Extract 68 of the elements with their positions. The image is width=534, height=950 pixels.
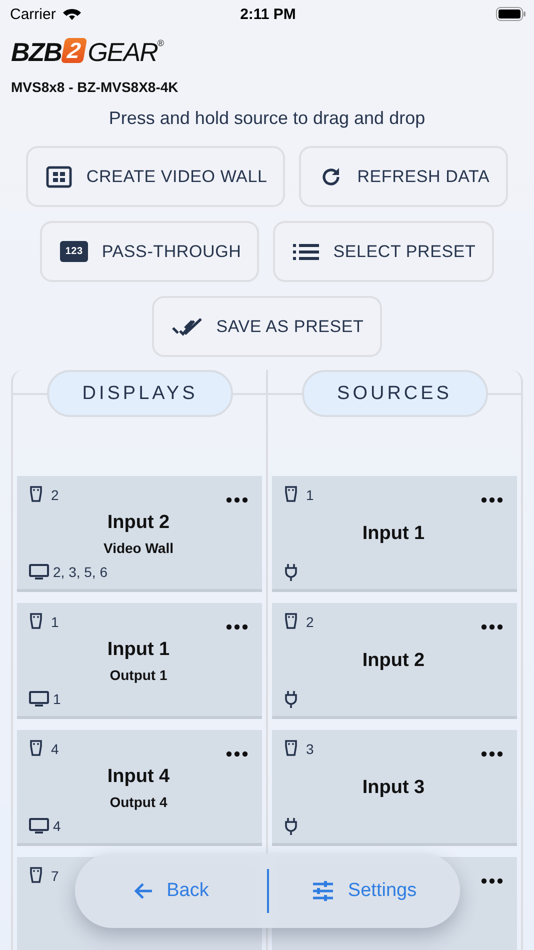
more-icon[interactable]	[481, 751, 503, 757]
plug-icon	[284, 563, 298, 581]
device-model: MVS8x8 - BZ-MVS8X8-4K	[10, 78, 180, 95]
settings-icon	[312, 880, 334, 900]
grid-icon	[46, 166, 72, 188]
output-name: Output 4	[110, 794, 168, 810]
connector-icon	[29, 867, 43, 885]
port-number: 7	[51, 868, 59, 884]
route-card[interactable]: 4 Input 4 Output 4 4	[17, 730, 262, 846]
plug-icon	[284, 817, 298, 835]
carrier-label: Carrier	[10, 6, 56, 22]
output-list: 1	[53, 691, 61, 707]
number-badge-icon: 123	[60, 241, 88, 262]
battery-icon	[496, 7, 526, 21]
double-check-icon	[172, 318, 202, 336]
back-arrow-icon	[132, 882, 153, 900]
wifi-icon	[62, 7, 82, 21]
output-list: 4	[53, 818, 61, 834]
logo-text: BZB	[11, 38, 62, 66]
input-name: Input 2	[107, 512, 170, 534]
plug-icon	[284, 690, 298, 708]
action-button[interactable]: SAVE AS PRESET	[152, 296, 382, 357]
more-icon[interactable]	[226, 497, 248, 503]
output-name: Video Wall	[103, 540, 174, 556]
route-card[interactable]: 3 Input 3	[272, 730, 517, 846]
more-icon[interactable]	[481, 624, 503, 630]
input-name: Input 3	[362, 776, 425, 798]
monitor-icon	[29, 564, 49, 580]
port-number: 2	[306, 614, 314, 630]
hint-text: Press and hold source to drag and drop	[108, 108, 426, 130]
connector-icon	[29, 486, 43, 504]
route-card[interactable]: 1 Input 1	[272, 476, 517, 592]
connector-icon	[284, 486, 298, 504]
more-icon[interactable]	[226, 751, 248, 757]
route-card[interactable]: 2 Input 2 Video Wall 2, 3, 5, 6	[17, 476, 262, 592]
section-header: SOURCES	[302, 370, 488, 417]
route-card[interactable]: 1 Input 1 Output 1 1	[17, 603, 262, 719]
more-icon[interactable]	[481, 878, 503, 884]
connector-icon	[29, 613, 43, 631]
section-header: DISPLAYS	[47, 370, 233, 417]
connector-icon	[284, 613, 298, 631]
logo-text: GEAR	[88, 38, 158, 66]
output-list: 2, 3, 5, 6	[53, 564, 108, 580]
action-button[interactable]: REFRESH DATA	[299, 146, 508, 207]
port-number: 3	[306, 741, 314, 757]
more-icon[interactable]	[226, 624, 248, 630]
more-icon[interactable]	[481, 497, 503, 503]
monitor-icon	[29, 818, 49, 834]
connector-icon	[284, 740, 298, 758]
action-button[interactable]: SELECT PRESET	[273, 221, 494, 282]
output-name: Output 1	[110, 666, 168, 682]
input-name: Input 4	[107, 766, 170, 788]
port-number: 1	[306, 487, 314, 503]
input-name: Input 1	[107, 638, 170, 660]
registered-mark: ®	[157, 38, 164, 48]
input-name: Input 1	[362, 522, 425, 544]
route-card[interactable]: 2 Input 2	[272, 603, 517, 719]
monitor-icon	[29, 691, 49, 707]
list-icon	[293, 242, 320, 260]
port-number: 2	[51, 487, 59, 503]
action-button[interactable]: CREATE VIDEO WALL	[26, 146, 286, 207]
action-button[interactable]: 123 PASS-THROUGH	[40, 221, 260, 282]
clock: 2:11 PM	[240, 6, 296, 22]
port-number: 4	[51, 741, 59, 757]
connector-icon	[29, 740, 43, 758]
logo-mark: 2	[61, 38, 88, 63]
input-name: Input 2	[362, 650, 425, 672]
port-number: 1	[51, 614, 59, 630]
